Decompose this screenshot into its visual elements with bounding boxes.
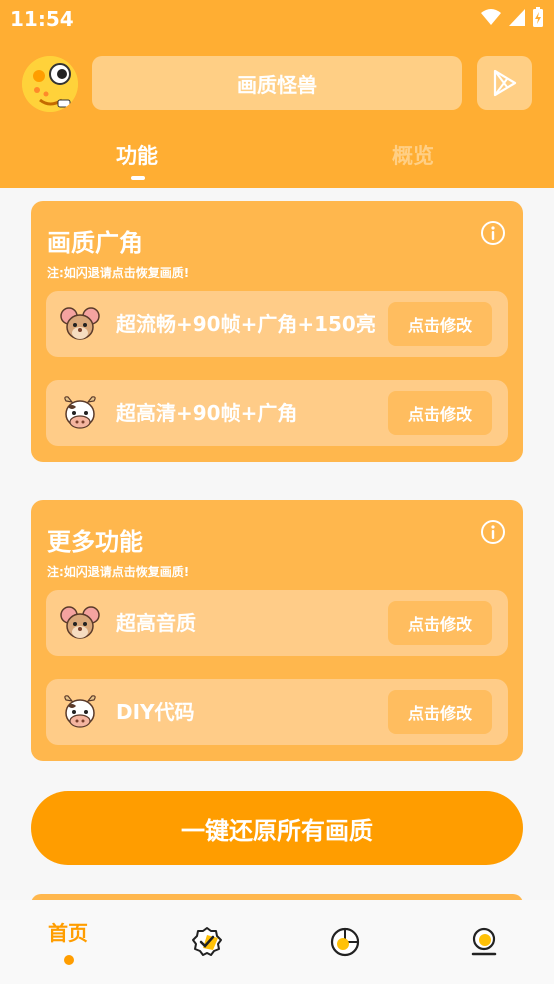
list-item: 超高清+90帧+广角 点击修改	[46, 380, 508, 446]
avatar[interactable]	[22, 56, 78, 112]
cow-face-icon	[64, 396, 96, 429]
modify-button[interactable]: 点击修改	[388, 690, 492, 734]
section-note: 注:如闪退请点击恢复画质!	[47, 565, 190, 579]
play-button[interactable]	[477, 56, 532, 110]
item-label: DIY代码	[116, 700, 195, 724]
play-store-icon	[493, 69, 516, 97]
modify-button[interactable]: 点击修改	[388, 391, 492, 435]
top-header: 11:54 画质怪兽 功能 概览	[0, 0, 554, 188]
nav-home-label: 首页	[48, 921, 88, 945]
section-card-more-features: 更多功能 注:如闪退请点击恢复画质! 超高音质 点击修改 DIY代码 点击修改	[31, 500, 523, 761]
pie-chart-icon	[330, 927, 360, 957]
nav-verified[interactable]	[138, 900, 276, 984]
tab-features[interactable]: 功能	[116, 140, 158, 170]
section-title: 更多功能	[47, 528, 143, 556]
restore-all-button[interactable]: 一键还原所有画质	[31, 791, 523, 865]
section-title: 画质广角	[47, 229, 143, 257]
modify-button[interactable]: 点击修改	[388, 302, 492, 346]
nav-active-dot	[64, 955, 74, 965]
bottom-nav: 首页	[0, 900, 554, 984]
app-title[interactable]: 画质怪兽	[92, 56, 462, 110]
wifi-icon	[481, 9, 501, 25]
list-item: 超流畅+90帧+广角+150亮 点击修改	[46, 291, 508, 357]
nav-stats[interactable]	[277, 900, 415, 984]
modify-button[interactable]: 点击修改	[388, 601, 492, 645]
section-card-wide-angle: 画质广角 注:如闪退请点击恢复画质! 超流畅+90帧+广角+150亮 点击修改	[31, 201, 523, 462]
active-tab-indicator	[131, 176, 145, 180]
mouse-face-icon	[60, 606, 100, 639]
item-label: 超流畅+90帧+广角+150亮	[116, 312, 376, 336]
mouse-face-icon	[60, 307, 100, 340]
cartoon-monster-avatar-icon	[22, 56, 78, 112]
item-label: 超高音质	[116, 611, 196, 635]
nav-profile[interactable]	[416, 900, 554, 984]
section-note: 注:如闪退请点击恢复画质!	[47, 266, 190, 280]
cow-face-icon	[64, 695, 96, 728]
status-icons	[480, 6, 544, 28]
profile-icon	[471, 927, 497, 956]
tab-overview[interactable]: 概览	[392, 140, 434, 170]
info-icon[interactable]	[480, 220, 506, 246]
status-bar: 11:54	[0, 0, 554, 38]
list-item: 超高音质 点击修改	[46, 590, 508, 656]
status-time: 11:54	[10, 7, 74, 31]
signal-icon	[509, 9, 525, 26]
item-label: 超高清+90帧+广角	[116, 401, 298, 425]
verified-badge-icon	[192, 927, 222, 956]
info-icon[interactable]	[480, 519, 506, 545]
list-item: DIY代码 点击修改	[46, 679, 508, 745]
battery-icon	[533, 7, 543, 27]
nav-home[interactable]: 首页	[0, 900, 138, 984]
